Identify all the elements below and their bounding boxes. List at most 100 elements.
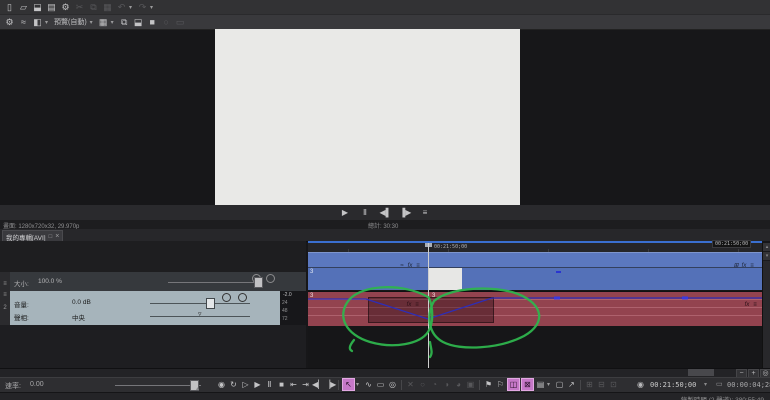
new-project-icon[interactable]: ▯: [3, 1, 16, 14]
video-envelope-point[interactable]: [556, 271, 561, 273]
audio-track-menu-icon[interactable]: ≡: [0, 291, 10, 299]
toolbar-divider: [580, 379, 581, 390]
overlay-dropdown-icon[interactable]: ▾: [111, 19, 117, 26]
redo-dropdown-icon[interactable]: ▾: [150, 4, 156, 11]
preview-toolbar: ⚙ ≈ ◧ ▾ 預覽(自動) ▾ ▦ ▾ ⧉ ⬓ ■ ○ ▭: [0, 15, 770, 30]
paste-icon[interactable]: ▦: [101, 1, 114, 14]
audio-volume-label: 音量:: [14, 302, 29, 309]
insert-region-button[interactable]: ⚐: [495, 378, 506, 391]
save-snapshot-icon[interactable]: ⬓: [132, 16, 145, 29]
project-properties-icon[interactable]: ▤: [45, 1, 58, 14]
cut-icon[interactable]: ✂: [73, 1, 86, 14]
cursor-pin-icon[interactable]: ◉: [637, 380, 644, 389]
preview-step-forward-icon[interactable]: ▐▶: [400, 207, 412, 218]
stop-button[interactable]: ■: [276, 378, 287, 391]
video-event-menu-icon[interactable]: ≡: [748, 262, 756, 270]
audio-mute-icon[interactable]: [222, 293, 231, 302]
normal-edit-tool-button[interactable]: ↖: [342, 378, 355, 391]
snap-button-b: ◔: [432, 380, 437, 389]
video-size-value: 100.0 %: [38, 278, 62, 285]
video-event[interactable]: 3 ≈fx≡ 3 ⊞fx≡: [308, 252, 762, 290]
auto-ripple-button[interactable]: ◫: [507, 378, 520, 391]
group-tool-button[interactable]: ▢: [554, 378, 565, 391]
video-size-label: 大小:: [14, 281, 29, 288]
tab-close-icon[interactable]: ×: [55, 233, 59, 240]
video-editor-window: ▯ ▱ ⬓ ▤ ⚙ ✂ ⧉ ▦ ↶ ▾ ↷ ▾ ⚙ ≈ ◧ ▾ 預覽(自動) ▾…: [0, 0, 770, 400]
audio-volume-slider-track[interactable]: [150, 303, 250, 304]
split-screen-dropdown-icon[interactable]: ▾: [45, 19, 51, 26]
erase-tool-button: ✕: [407, 380, 414, 389]
vscroll-down-icon[interactable]: ▾: [763, 252, 770, 261]
prev-frame-button[interactable]: ◀▏: [312, 378, 324, 391]
envelope-point[interactable]: [554, 296, 560, 300]
video-bypass-icon-b[interactable]: [266, 274, 275, 283]
loop-playback-button[interactable]: ↻: [228, 378, 239, 391]
undo-icon[interactable]: ↶: [115, 1, 128, 14]
tab-minimize-icon[interactable]: □: [49, 234, 53, 240]
video-size-slider-track[interactable]: [168, 282, 260, 283]
video-event-crop-icon[interactable]: ⊞: [732, 262, 740, 270]
selection-duration-value[interactable]: 00:00:04;28: [727, 381, 770, 389]
share-tool-button[interactable]: ↗: [566, 378, 577, 391]
audio-track-header[interactable]: 音量: 0.0 dB 聲相: 中央 ▿: [10, 291, 280, 325]
video-track-menu-icon[interactable]: ≡: [3, 281, 7, 287]
timeline-vscrollbar[interactable]: ▴ ▾: [762, 243, 770, 368]
hscroll-thumb[interactable]: [688, 369, 714, 376]
video-event-fx-icon[interactable]: fx: [406, 262, 414, 270]
split-screen-icon[interactable]: ◧: [31, 16, 44, 29]
copy-snapshot-icon[interactable]: ⧉: [118, 16, 131, 29]
audio-meter-tick-24: 24: [282, 300, 288, 306]
tool-options-button[interactable]: ▤: [535, 378, 546, 391]
open-project-icon[interactable]: ▱: [17, 1, 30, 14]
playhead-line[interactable]: [428, 243, 429, 368]
copy-icon[interactable]: ⧉: [87, 1, 100, 14]
audio-volume-slider-thumb[interactable]: [206, 298, 215, 309]
envelope-point[interactable]: [682, 296, 688, 300]
auto-crossfade-button[interactable]: ⊠: [521, 378, 534, 391]
insert-marker-button[interactable]: ⚑: [483, 378, 494, 391]
gray-tool-a: ⊞: [586, 380, 593, 389]
audio-pan-slider-thumb[interactable]: ▿: [198, 310, 202, 318]
audio-solo-icon[interactable]: [238, 293, 247, 302]
vscroll-up-icon[interactable]: ▴: [763, 243, 770, 252]
cursor-time-value[interactable]: 00:21:50;00: [650, 381, 696, 389]
preview-step-back-icon[interactable]: ◀▌: [380, 207, 392, 218]
audio-meter-tick-72: 72: [282, 316, 288, 322]
cursor-time-caret-icon[interactable]: ▾: [704, 381, 707, 388]
timecode-display[interactable]: 00:21:50;00: [0, 241, 306, 273]
play-button[interactable]: ▶: [252, 378, 263, 391]
timeline-events-area[interactable]: 00:21:50;00 3 ≈fx≡ 3 ⊞fx≡ 3 fx≡ 3: [308, 240, 770, 368]
external-monitor-icon[interactable]: ■: [146, 16, 159, 29]
go-to-start-button[interactable]: ⇤: [288, 378, 299, 391]
video-event-fx-icon[interactable]: fx: [740, 262, 748, 270]
audio-event[interactable]: 3 fx ≡ 3 fx ≡: [308, 291, 762, 326]
redo-icon[interactable]: ↷: [136, 1, 149, 14]
preview-quality-select[interactable]: 預覽(自動): [52, 17, 89, 27]
preview-play-icon[interactable]: ▶: [340, 207, 351, 218]
play-from-start-button[interactable]: ▷: [240, 378, 251, 391]
preview-quality-dropdown-icon[interactable]: ▾: [90, 19, 96, 26]
undo-dropdown-icon[interactable]: ▾: [129, 4, 135, 11]
rate-slider-track[interactable]: [115, 385, 201, 386]
preview-pause-icon[interactable]: Ⅱ: [360, 207, 371, 218]
next-frame-button[interactable]: ▕▶: [324, 378, 336, 391]
video-size-slider-thumb[interactable]: [254, 277, 263, 288]
video-track-header[interactable]: 大小: 100.0 %: [10, 272, 306, 292]
pause-button[interactable]: Ⅱ: [264, 378, 275, 391]
envelope-tool-button[interactable]: ∿: [363, 378, 374, 391]
save-project-icon[interactable]: ⬓: [31, 1, 44, 14]
video-output-fx-icon[interactable]: ≈: [17, 16, 30, 29]
preview-settings-icon[interactable]: ⚙: [3, 16, 16, 29]
settings-icon[interactable]: ⚙: [59, 1, 72, 14]
video-event-menu-icon[interactable]: ≡: [414, 262, 422, 270]
selection-tool-button[interactable]: ▭: [375, 378, 386, 391]
zoom-tool-button[interactable]: ◎: [387, 378, 398, 391]
record-button[interactable]: ◉: [216, 378, 227, 391]
preview-menu-icon[interactable]: ≡: [420, 207, 431, 218]
overlay-icon[interactable]: ▦: [97, 16, 110, 29]
go-to-end-button[interactable]: ⇥: [300, 378, 311, 391]
tool-options-dropdown-icon[interactable]: ▾: [547, 381, 553, 388]
edit-tool-dropdown-icon[interactable]: ▾: [356, 381, 362, 388]
video-event-pan-crop-icon[interactable]: ≈: [398, 262, 406, 270]
volume-envelope[interactable]: [308, 292, 762, 326]
